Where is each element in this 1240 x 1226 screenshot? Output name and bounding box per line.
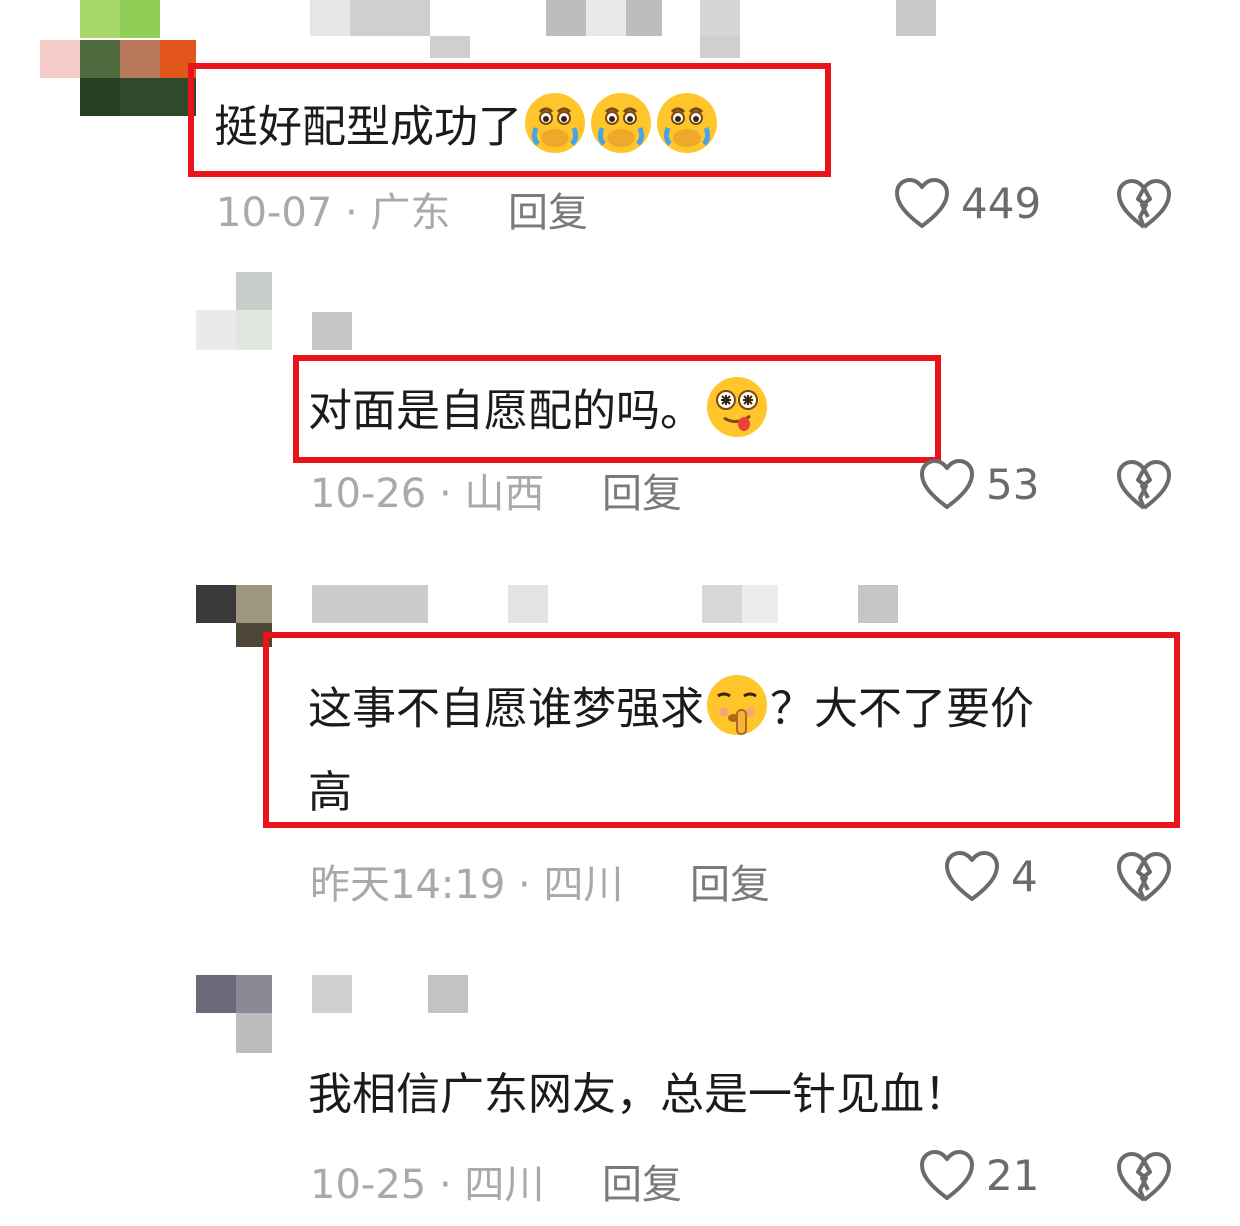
like-button[interactable]: 4 (943, 849, 1038, 903)
comment-date: 10-07 (216, 190, 333, 236)
crying-face-emoji (654, 90, 720, 169)
like-count: 449 (961, 178, 1042, 228)
like-button[interactable]: 21 (918, 1148, 1039, 1202)
separator: · (438, 471, 452, 517)
like-count: 21 (986, 1150, 1040, 1200)
comment-text: 我相信广东网友，总是一针见血！ (308, 1069, 968, 1120)
comment-text: 对面是自愿配的吗。 (308, 374, 770, 453)
like-button[interactable]: 449 (893, 176, 1041, 230)
reply-button[interactable]: 回复 (602, 461, 682, 519)
reply-button[interactable]: 回复 (602, 1152, 682, 1210)
crying-face-emoji (522, 90, 588, 169)
comment-date: 昨天14:19 (310, 862, 506, 908)
separator: · (438, 1162, 452, 1208)
broken-heart-icon (1117, 460, 1171, 510)
comment-text-continuation: ？大不了要价 (770, 683, 1034, 735)
username-blurred[interactable] (312, 312, 352, 350)
like-count: 53 (986, 459, 1040, 509)
dislike-button[interactable] (1116, 177, 1172, 235)
dislike-button[interactable] (1116, 1150, 1172, 1208)
comment-date: 10-25 (310, 1162, 427, 1208)
dizzy-tongue-face-emoji (704, 374, 770, 453)
comment-date: 10-26 (310, 471, 427, 517)
comment-meta: 10-25 · 四川 (310, 1152, 544, 1210)
comment-location: 四川 (464, 1162, 545, 1208)
comment-text-content: 对面是自愿配的吗。 (308, 385, 704, 437)
broken-heart-icon (1117, 1152, 1171, 1202)
separator: · (344, 190, 358, 236)
username-blurred[interactable] (312, 585, 912, 625)
comment-location: 广东 (370, 190, 451, 236)
username-blurred[interactable] (310, 0, 970, 60)
shushing-face-emoji (704, 672, 770, 751)
heart-icon (920, 459, 974, 509)
comment-text: 这事不自愿谁梦强求 ？大不了要价 (308, 672, 1034, 751)
heart-icon (920, 1150, 974, 1200)
heart-icon (945, 851, 999, 901)
avatar[interactable] (40, 0, 200, 120)
comment-text-line2: 高 (308, 767, 352, 818)
dislike-button[interactable] (1116, 458, 1172, 516)
comment-text-content: 挺好配型成功了 (214, 101, 522, 153)
broken-heart-icon (1117, 179, 1171, 229)
crying-face-emoji (588, 90, 654, 169)
avatar[interactable] (196, 272, 276, 352)
reply-button[interactable]: 回复 (508, 180, 588, 238)
heart-icon (895, 178, 949, 228)
comment-location: 四川 (543, 862, 624, 908)
comment-meta: 10-26 · 山西 (310, 461, 544, 519)
username-blurred[interactable] (312, 975, 472, 1015)
reply-button[interactable]: 回复 (690, 852, 770, 910)
avatar[interactable] (196, 975, 276, 1055)
like-button[interactable]: 53 (918, 457, 1039, 511)
comment-text-content: 这事不自愿谁梦强求 (308, 683, 704, 735)
like-count: 4 (1011, 851, 1038, 901)
comment-text: 挺好配型成功了 (214, 90, 720, 169)
broken-heart-icon (1117, 852, 1171, 902)
comment-meta: 10-07 · 广东 (216, 180, 450, 238)
comment-location: 山西 (464, 471, 545, 517)
separator: · (518, 862, 531, 908)
comment-meta: 昨天14:19 · 四川 (310, 852, 623, 910)
dislike-button[interactable] (1116, 850, 1172, 908)
